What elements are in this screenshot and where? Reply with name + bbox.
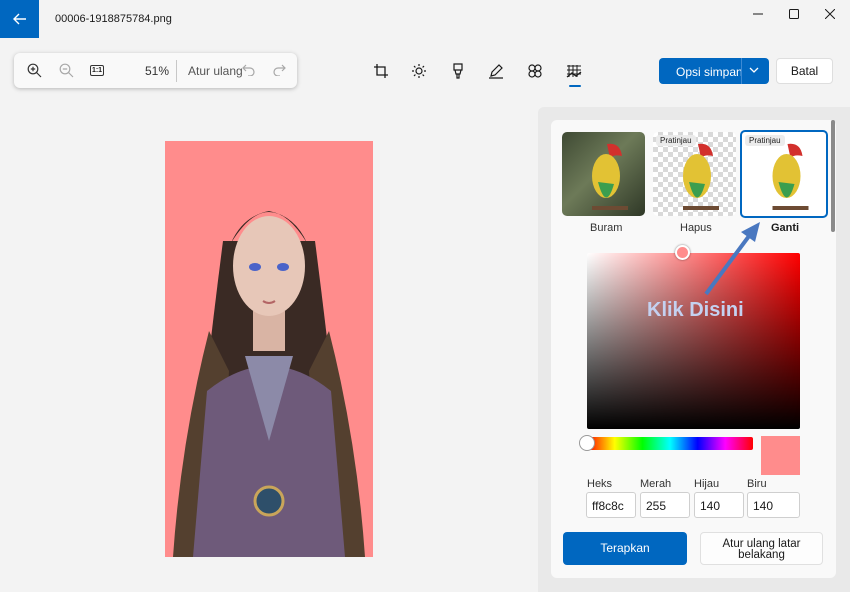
save-options-label: Opsi simpan: [676, 65, 743, 79]
file-name: 00006-1918875784.png: [55, 13, 172, 25]
zoom-toolbar: 1:1 51% Atur ulang: [14, 53, 297, 88]
reset-background-button[interactable]: Atur ulang latar belakang: [700, 532, 823, 565]
maximize-icon: [789, 9, 799, 19]
brightness-icon: [412, 64, 426, 78]
hue-slider[interactable]: [587, 437, 753, 450]
markup-icon: [453, 63, 463, 79]
effects-tool[interactable]: [526, 62, 544, 80]
background-icon: [566, 65, 582, 78]
toolbar-divider: [176, 60, 177, 82]
arrow-left-icon: [12, 13, 26, 25]
back-button[interactable]: [0, 0, 39, 38]
red-input[interactable]: 255: [640, 492, 690, 518]
remove-option-label: Hapus: [680, 222, 712, 234]
draw-icon: [489, 64, 503, 79]
remove-option[interactable]: Pratinjau: [653, 132, 736, 216]
maximize-button[interactable]: [776, 0, 812, 28]
red-label: Merah: [640, 478, 672, 490]
undo-icon: [242, 64, 255, 76]
draw-tool[interactable]: [487, 62, 505, 80]
zoom-out-button[interactable]: [58, 62, 74, 78]
parrot-image: [772, 143, 809, 210]
replace-option-label: Ganti: [771, 222, 800, 234]
apply-button[interactable]: Terapkan: [563, 532, 687, 565]
zoom-out-icon: [59, 63, 73, 77]
chevron-down-icon[interactable]: [748, 64, 760, 76]
close-button[interactable]: [812, 0, 848, 28]
save-divider: [741, 58, 742, 84]
blur-option-label: Buram: [590, 222, 623, 234]
zoom-in-icon: [27, 63, 41, 77]
actual-size-icon: 1:1: [89, 64, 105, 76]
annotation-label: Klik Disini: [647, 299, 744, 321]
markup-tool[interactable]: [449, 62, 467, 80]
green-input[interactable]: 140: [694, 492, 744, 518]
portrait-image: [173, 211, 365, 557]
title-bar: 00006-1918875784.png: [0, 0, 850, 38]
blur-option[interactable]: [562, 132, 645, 216]
replace-option[interactable]: Pratinjau: [740, 130, 828, 218]
blue-input[interactable]: 140: [747, 492, 800, 518]
panel-scrollbar[interactable]: [831, 120, 835, 232]
actual-size-button[interactable]: 1:1: [89, 62, 105, 78]
effects-icon: [528, 64, 542, 78]
redo-button[interactable]: [271, 62, 287, 78]
undo-button[interactable]: [241, 62, 257, 78]
minimize-icon: [753, 13, 763, 15]
parrot-image: [683, 143, 719, 210]
adjust-tool[interactable]: [410, 62, 428, 80]
redo-icon: [273, 64, 286, 76]
hue-slider-handle[interactable]: [579, 435, 595, 451]
crop-icon: [374, 64, 388, 78]
minimize-button[interactable]: [740, 0, 776, 28]
reset-button[interactable]: Atur ulang: [188, 64, 243, 78]
active-tool-indicator: [569, 85, 581, 87]
green-label: Hijau: [694, 478, 720, 490]
hex-label: Heks: [587, 478, 613, 490]
color-spectrum[interactable]: [587, 253, 800, 429]
zoom-level[interactable]: 51%: [145, 64, 169, 78]
crop-tool[interactable]: [372, 62, 390, 80]
hex-input[interactable]: ff8c8c: [586, 492, 636, 518]
close-icon: [825, 9, 835, 19]
background-tool[interactable]: [565, 62, 583, 80]
blue-label: Biru: [747, 478, 767, 490]
save-options-button[interactable]: Opsi simpan: [659, 58, 769, 84]
edited-image: [165, 141, 373, 557]
parrot-image: [592, 143, 628, 210]
color-spectrum-handle[interactable]: [675, 245, 690, 260]
zoom-in-button[interactable]: [26, 62, 42, 78]
cancel-button[interactable]: Batal: [776, 58, 833, 84]
color-preview-swatch: [761, 436, 800, 475]
